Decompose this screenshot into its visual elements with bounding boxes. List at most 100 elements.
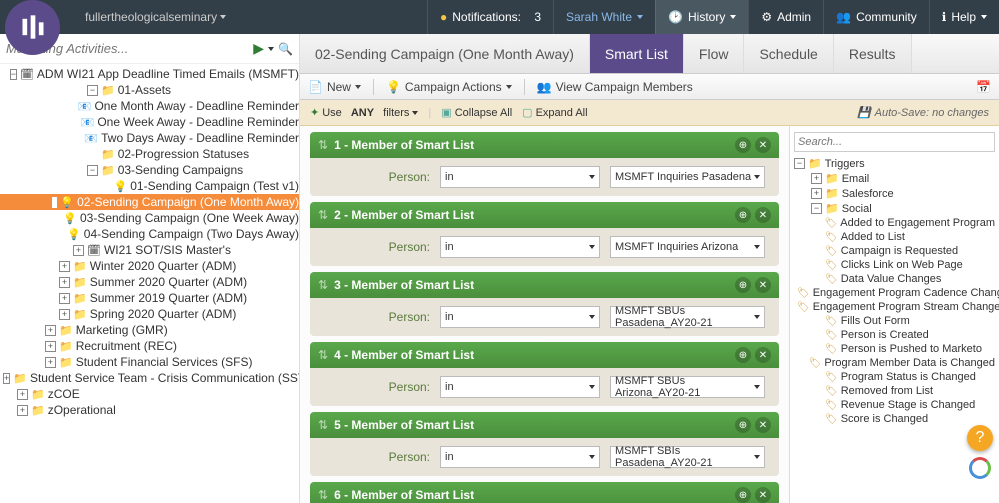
filter-header[interactable]: ⇅6 - Member of Smart List⊕✕ bbox=[310, 482, 779, 503]
tree-item[interactable]: −📁03-Sending Campaigns bbox=[0, 162, 299, 178]
tab-results[interactable]: Results bbox=[834, 34, 912, 73]
tree-toggle[interactable]: + bbox=[73, 245, 84, 256]
drag-icon[interactable]: ⇅ bbox=[318, 418, 328, 432]
trigger-item[interactable]: 🏷Engagement Program Cadence Changes bbox=[794, 286, 995, 300]
tree-toggle[interactable]: + bbox=[45, 325, 56, 336]
help-menu[interactable]: ℹ Help bbox=[929, 0, 999, 34]
tree-item[interactable]: 📧Two Days Away - Deadline Reminder bbox=[0, 130, 299, 146]
remove-filter-icon[interactable]: ✕ bbox=[755, 137, 771, 153]
add-constraint-icon[interactable]: ⊕ bbox=[735, 137, 751, 153]
admin-link[interactable]: ⚙ Admin bbox=[748, 0, 823, 34]
tree-item[interactable]: −🗓ADM WI21 App Deadline Timed Emails (MS… bbox=[0, 66, 299, 82]
tab-smart-list[interactable]: Smart List bbox=[590, 34, 684, 73]
tree-toggle[interactable]: + bbox=[59, 261, 70, 272]
tree-item[interactable]: +📁Student Service Team - Crisis Communic… bbox=[0, 370, 299, 386]
tree-item[interactable]: +📁Summer 2019 Quarter (ADM) bbox=[0, 290, 299, 306]
trigger-item[interactable]: 🏷Added to Engagement Program bbox=[794, 216, 995, 230]
trigger-item[interactable]: 🏷Score is Changed bbox=[794, 412, 995, 426]
tree-toggle[interactable]: + bbox=[17, 405, 28, 416]
tree-item[interactable]: 💡02-Sending Campaign (One Month Away) bbox=[0, 194, 299, 210]
add-constraint-icon[interactable]: ⊕ bbox=[735, 347, 751, 363]
value-select[interactable]: MSMFT SBUs Pasadena_AY20-21 bbox=[610, 306, 765, 328]
history-menu[interactable]: 🕑 History bbox=[655, 0, 748, 34]
tree-toggle[interactable]: − bbox=[811, 203, 822, 214]
add-constraint-icon[interactable]: ⊕ bbox=[735, 487, 751, 503]
tree-item[interactable]: 📧One Month Away - Deadline Reminder bbox=[0, 98, 299, 114]
tree-toggle[interactable]: + bbox=[59, 293, 70, 304]
value-select[interactable]: MSMFT SBUs Arizona_AY20-21 bbox=[610, 376, 765, 398]
campaign-actions-button[interactable]: 💡 Campaign Actions bbox=[386, 80, 512, 94]
trigger-item[interactable]: 🏷Engagement Program Stream Changes bbox=[794, 300, 995, 314]
tree-toggle[interactable]: − bbox=[87, 165, 98, 176]
operator-select[interactable]: in bbox=[440, 236, 600, 258]
tree-toggle[interactable]: − bbox=[10, 69, 17, 80]
tree-item[interactable]: −📁01-Assets bbox=[0, 82, 299, 98]
tree-toggle[interactable]: − bbox=[87, 85, 98, 96]
tree-toggle[interactable]: + bbox=[45, 341, 56, 352]
tree-toggle[interactable]: + bbox=[811, 173, 822, 184]
collapse-all[interactable]: ▣ Collapse All bbox=[441, 106, 512, 119]
trigger-item[interactable]: 🏷Data Value Changes bbox=[794, 272, 995, 286]
trigger-item[interactable]: 🏷Person is Created bbox=[794, 328, 995, 342]
drag-icon[interactable]: ⇅ bbox=[318, 488, 328, 502]
triggers-search-input[interactable] bbox=[794, 132, 995, 152]
remove-filter-icon[interactable]: ✕ bbox=[755, 207, 771, 223]
trigger-item[interactable]: 🏷Fills Out Form bbox=[794, 314, 995, 328]
remove-filter-icon[interactable]: ✕ bbox=[755, 347, 771, 363]
user-menu[interactable]: Sarah White bbox=[553, 0, 655, 34]
add-constraint-icon[interactable]: ⊕ bbox=[735, 417, 751, 433]
trigger-group[interactable]: −📁Social bbox=[794, 201, 995, 216]
add-constraint-icon[interactable]: ⊕ bbox=[735, 207, 751, 223]
tab-schedule[interactable]: Schedule bbox=[744, 34, 833, 73]
search-options[interactable] bbox=[268, 47, 274, 51]
tree-item[interactable]: +📁Student Financial Services (SFS) bbox=[0, 354, 299, 370]
operator-select[interactable]: in bbox=[440, 446, 600, 468]
tree-item[interactable]: +📁zCOE bbox=[0, 386, 299, 402]
drag-icon[interactable]: ⇅ bbox=[318, 348, 328, 362]
view-members-button[interactable]: 👥 View Campaign Members bbox=[537, 80, 693, 94]
expand-all[interactable]: ▢ Expand All bbox=[522, 106, 587, 119]
tree-toggle[interactable]: + bbox=[59, 277, 70, 288]
triggers-root[interactable]: −📁Triggers bbox=[794, 156, 995, 171]
tree-item[interactable]: +📁Summer 2020 Quarter (ADM) bbox=[0, 274, 299, 290]
trigger-item[interactable]: 🏷Program Status is Changed bbox=[794, 370, 995, 384]
tree-item[interactable]: 💡03-Sending Campaign (One Week Away) bbox=[0, 210, 299, 226]
tree-item[interactable]: 📁02-Progression Statuses bbox=[0, 146, 299, 162]
tree-item[interactable]: +📁Marketing (GMR) bbox=[0, 322, 299, 338]
remove-filter-icon[interactable]: ✕ bbox=[755, 277, 771, 293]
notifications[interactable]: ● Notifications: 3 bbox=[427, 0, 553, 34]
filter-header[interactable]: ⇅2 - Member of Smart List⊕✕ bbox=[310, 202, 779, 228]
remove-filter-icon[interactable]: ✕ bbox=[755, 487, 771, 503]
tab-flow[interactable]: Flow bbox=[684, 34, 745, 73]
trigger-item[interactable]: 🏷Clicks Link on Web Page bbox=[794, 258, 995, 272]
value-select[interactable]: MSMFT SBIs Pasadena_AY20-21 bbox=[610, 446, 765, 468]
new-button[interactable]: 📄 New bbox=[308, 80, 361, 94]
value-select[interactable]: MSMFT Inquiries Arizona bbox=[610, 236, 765, 258]
tree-item[interactable]: +📁zOperational bbox=[0, 402, 299, 418]
filter-header[interactable]: ⇅5 - Member of Smart List⊕✕ bbox=[310, 412, 779, 438]
tab-campaign-name[interactable]: 02-Sending Campaign (One Month Away) bbox=[300, 34, 590, 73]
calendar-icon[interactable]: 📅 bbox=[976, 80, 991, 94]
tree-toggle[interactable]: + bbox=[17, 389, 28, 400]
tree-toggle[interactable]: + bbox=[3, 373, 10, 384]
flag-icon[interactable]: ▶ bbox=[253, 40, 264, 57]
operator-select[interactable]: in bbox=[440, 166, 600, 188]
tree-item[interactable]: 📧One Week Away - Deadline Reminder bbox=[0, 114, 299, 130]
trigger-item[interactable]: 🏷Added to List bbox=[794, 230, 995, 244]
tree-toggle[interactable]: − bbox=[794, 158, 805, 169]
tree-item[interactable]: 💡04-Sending Campaign (Two Days Away) bbox=[0, 226, 299, 242]
filter-header[interactable]: ⇅1 - Member of Smart List⊕✕ bbox=[310, 132, 779, 158]
trigger-group[interactable]: +📁Email bbox=[794, 171, 995, 186]
trigger-item[interactable]: 🏷Campaign is Requested bbox=[794, 244, 995, 258]
org-selector[interactable]: fullertheologicalseminary bbox=[85, 10, 226, 24]
value-select[interactable]: MSMFT Inquiries Pasadena bbox=[610, 166, 765, 188]
search-icon[interactable]: 🔍 bbox=[278, 42, 293, 56]
tree-item[interactable]: +📁Recruitment (REC) bbox=[0, 338, 299, 354]
tree-toggle[interactable]: + bbox=[59, 309, 70, 320]
drag-icon[interactable]: ⇅ bbox=[318, 138, 328, 152]
remove-filter-icon[interactable]: ✕ bbox=[755, 417, 771, 433]
drag-icon[interactable]: ⇅ bbox=[318, 278, 328, 292]
operator-select[interactable]: in bbox=[440, 306, 600, 328]
trigger-item[interactable]: 🏷Program Member Data is Changed bbox=[794, 356, 995, 370]
tree-item[interactable]: +📁Winter 2020 Quarter (ADM) bbox=[0, 258, 299, 274]
